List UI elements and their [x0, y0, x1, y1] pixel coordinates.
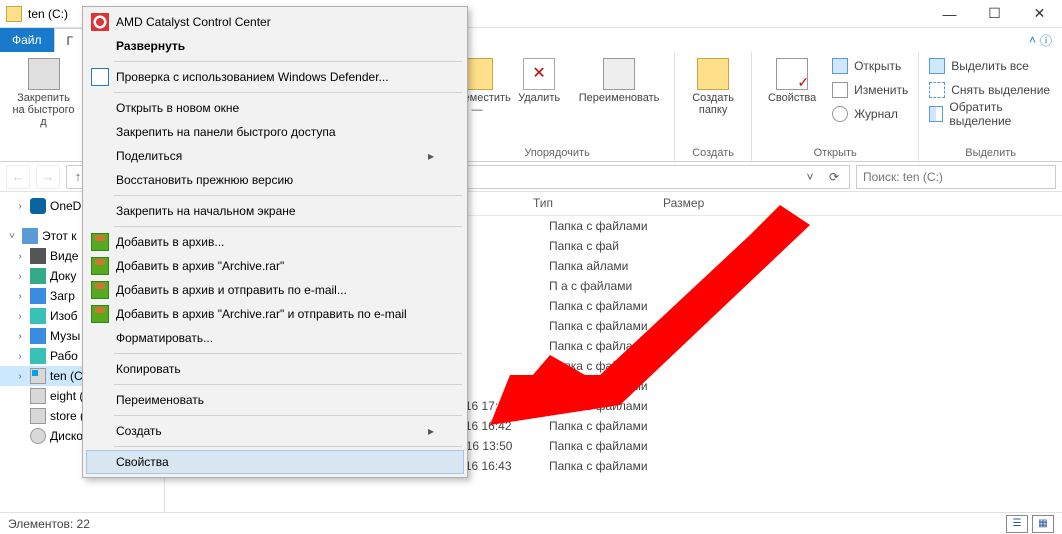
ctx-add-archive-rar[interactable]: Добавить в архив "Archive.rar"	[86, 254, 464, 278]
rename-icon	[603, 58, 635, 90]
ctx-properties[interactable]: Свойства	[86, 450, 464, 474]
documents-icon	[30, 268, 46, 284]
desktop-icon	[30, 348, 46, 364]
ctx-add-archive[interactable]: Добавить в архив...	[86, 230, 464, 254]
pc-icon	[22, 228, 38, 244]
col-type[interactable]: Тип	[525, 192, 655, 215]
select-invert-button[interactable]: Обратить выделение	[929, 104, 1052, 124]
nav-forward-button[interactable]: →	[36, 165, 60, 189]
history-icon	[832, 106, 848, 122]
view-icons-button[interactable]: ▦	[1032, 515, 1054, 533]
pin-icon	[28, 58, 60, 90]
select-invert-icon	[929, 106, 943, 122]
defender-icon	[91, 68, 109, 86]
help-button[interactable]: ⓘ	[1040, 32, 1052, 49]
select-all-button[interactable]: Выделить все	[929, 56, 1052, 76]
group-open-label: Открыть	[762, 145, 908, 159]
dvd-icon	[30, 428, 46, 444]
chevron-right-icon: ▸	[428, 149, 434, 163]
group-select-label: Выделить	[929, 145, 1052, 159]
properties-icon	[776, 58, 808, 90]
delete-icon	[523, 58, 555, 90]
history-button[interactable]: Журнал	[832, 104, 908, 124]
maximize-button[interactable]: ☐	[972, 0, 1017, 27]
edit-icon	[832, 82, 848, 98]
rename-button[interactable]: Переименовать	[574, 56, 664, 104]
winrar-icon	[91, 257, 109, 275]
winrar-icon	[91, 281, 109, 299]
view-details-button[interactable]: ☰	[1006, 515, 1028, 533]
select-all-icon	[929, 58, 945, 74]
downloads-icon	[30, 288, 46, 304]
ctx-pin-quick[interactable]: Закрепить на панели быстрого доступа	[86, 120, 464, 144]
col-size[interactable]: Размер	[655, 192, 735, 215]
select-none-button[interactable]: Снять выделение	[929, 80, 1052, 100]
status-count: Элементов: 22	[8, 517, 90, 531]
ctx-defender[interactable]: Проверка с использованием Windows Defend…	[86, 65, 464, 89]
ctx-create[interactable]: Создать▸	[86, 419, 464, 443]
window-title: ten (C:)	[28, 7, 68, 21]
search-input[interactable]	[856, 165, 1056, 189]
group-new-label: Создать	[685, 145, 741, 159]
ribbon-collapse-button[interactable]: ˄	[1029, 33, 1036, 47]
pictures-icon	[30, 308, 46, 324]
ctx-add-archive-email[interactable]: Добавить в архив и отправить по e-mail..…	[86, 278, 464, 302]
video-icon	[30, 248, 46, 264]
chevron-right-icon: ▸	[428, 424, 434, 438]
drive-c-icon	[30, 368, 46, 384]
close-button[interactable]: ✕	[1017, 0, 1062, 27]
ctx-format[interactable]: Форматировать...	[86, 326, 464, 350]
new-folder-icon	[697, 58, 729, 90]
drive-e-icon	[30, 408, 46, 424]
drive-d-icon	[30, 388, 46, 404]
new-folder-button[interactable]: Создать папку	[685, 56, 741, 116]
ctx-rename[interactable]: Переименовать	[86, 388, 464, 412]
status-bar: Элементов: 22 ☰ ▦	[0, 512, 1062, 534]
ctx-pin-start[interactable]: Закрепить на начальном экране	[86, 199, 464, 223]
ctx-add-archive-rar-email[interactable]: Добавить в архив "Archive.rar" и отправи…	[86, 302, 464, 326]
ctx-copy[interactable]: Копировать	[86, 357, 464, 381]
nav-back-button[interactable]: ←	[6, 165, 30, 189]
drive-icon	[6, 6, 22, 22]
delete-button[interactable]: Удалить	[514, 56, 564, 104]
minimize-button[interactable]: —	[927, 0, 972, 27]
edit-button[interactable]: Изменить	[832, 80, 908, 100]
music-icon	[30, 328, 46, 344]
tab-file[interactable]: Файл	[0, 28, 54, 52]
ctx-open-new-window[interactable]: Открыть в новом окне	[86, 96, 464, 120]
open-icon	[832, 58, 848, 74]
winrar-icon	[91, 233, 109, 251]
ctx-amd[interactable]: AMD Catalyst Control Center	[86, 10, 464, 34]
amd-icon	[91, 13, 109, 31]
group-organize-label: Упорядочить	[450, 145, 664, 159]
open-button[interactable]: Открыть	[832, 56, 908, 76]
winrar-icon	[91, 305, 109, 323]
refresh-button[interactable]: ⟳	[823, 166, 845, 188]
ctx-restore-version[interactable]: Восстановить прежнюю версию	[86, 168, 464, 192]
address-dropdown-button[interactable]: ˅	[799, 166, 821, 188]
select-none-icon	[929, 82, 945, 98]
ctx-share[interactable]: Поделиться▸	[86, 144, 464, 168]
ctx-expand[interactable]: Развернуть	[86, 34, 464, 58]
pin-quick-button[interactable]: Закрепить на быстрого д	[10, 56, 77, 128]
context-menu: AMD Catalyst Control Center Развернуть П…	[82, 6, 468, 478]
properties-button[interactable]: Свойства	[762, 56, 822, 104]
onedrive-icon	[30, 198, 46, 214]
